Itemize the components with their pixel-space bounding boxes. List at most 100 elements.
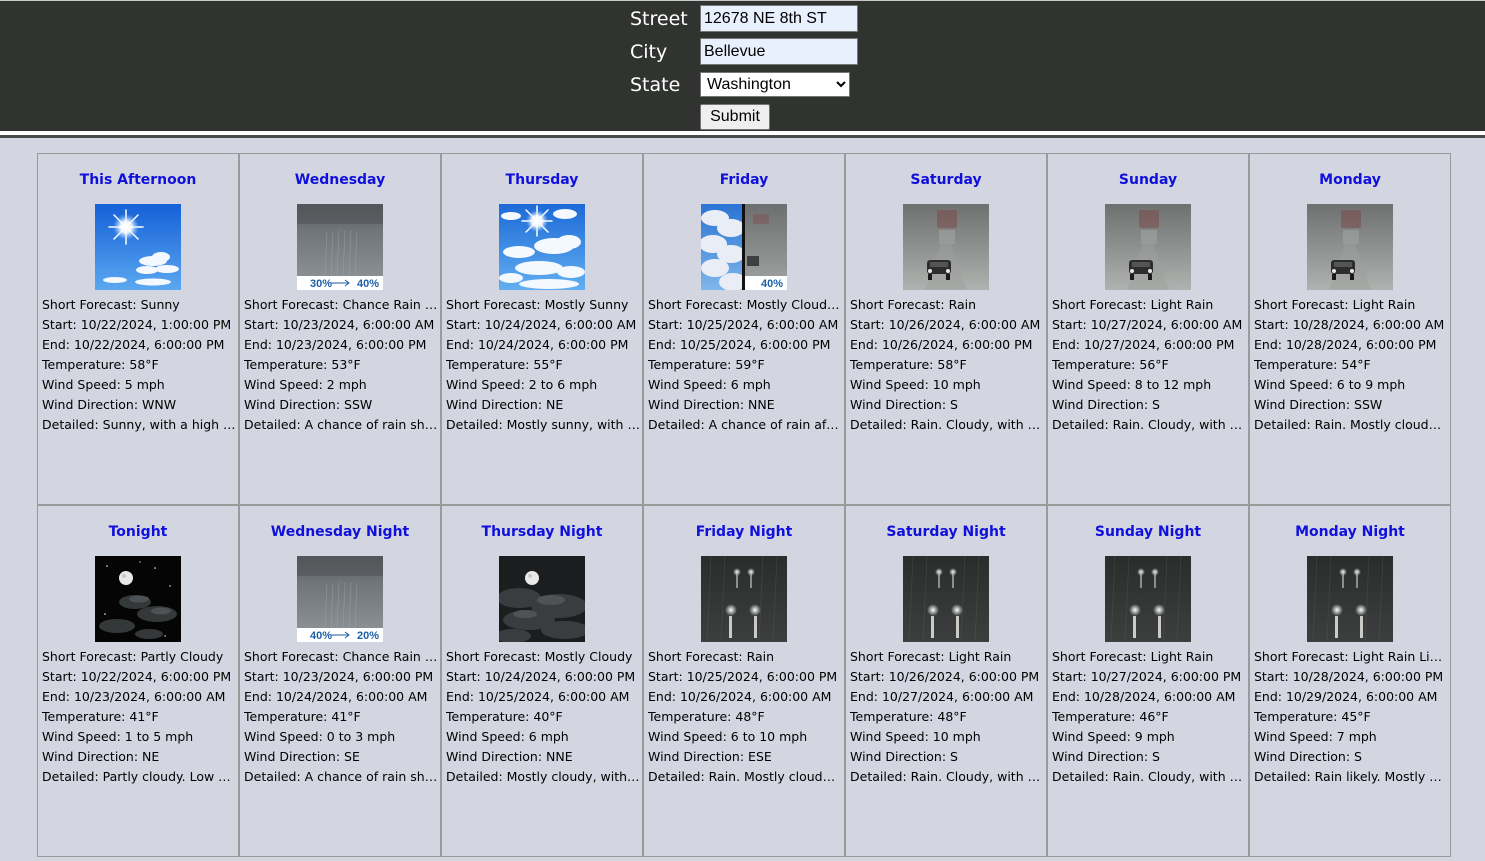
wind-speed-line: Wind Speed: 6 to 10 mph <box>648 727 842 747</box>
forecast-details: Short Forecast: Chance Rain ShowersStart… <box>244 295 438 435</box>
temperature-line: Temperature: 46°F <box>1052 707 1246 727</box>
rain-showers-icon: 30% 40% <box>297 204 383 290</box>
end-time-label: End: <box>446 337 478 352</box>
temperature-value: 58°F <box>129 357 159 372</box>
detailed-forecast-line: Detailed: Mostly sunny, with a high near… <box>446 415 640 435</box>
short-forecast-line: Short Forecast: Sunny <box>42 295 236 315</box>
wind-speed-label: Wind Speed: <box>446 377 529 392</box>
start-time-value: 10/26/2024, 6:00:00 PM <box>888 669 1040 684</box>
svg-text:40%: 40% <box>357 278 379 290</box>
detailed-forecast-value: Rain. Cloudy, with a high near 56. <box>1112 417 1246 432</box>
end-time-label: End: <box>1052 337 1084 352</box>
wind-speed-line: Wind Speed: 10 mph <box>850 375 1044 395</box>
wind-direction-line: Wind Direction: WNW <box>42 395 236 415</box>
end-time-label: End: <box>244 337 276 352</box>
wind-speed-line: Wind Speed: 7 mph <box>1254 727 1448 747</box>
detailed-forecast-line: Detailed: Rain likely. Mostly cloudy. <box>1254 767 1448 787</box>
forecast-card: Sunday Night Short Forecast: Light Rain S… <box>1047 505 1249 857</box>
wind-speed-label: Wind Speed: <box>648 729 731 744</box>
detailed-forecast-value: Sunny, with a high near 58. <box>102 417 236 432</box>
short-forecast-value: Chance Rain Showers <box>342 297 438 312</box>
start-time-label: Start: <box>1254 317 1293 332</box>
end-time-line: End: 10/26/2024, 6:00:00 AM <box>648 687 842 707</box>
start-time-line: Start: 10/26/2024, 6:00:00 PM <box>850 667 1044 687</box>
wind-direction-value: S <box>1152 397 1160 412</box>
start-time-line: Start: 10/25/2024, 6:00:00 PM <box>648 667 842 687</box>
start-time-label: Start: <box>850 317 889 332</box>
temperature-line: Temperature: 45°F <box>1254 707 1448 727</box>
wind-direction-line: Wind Direction: S <box>850 747 1044 767</box>
short-forecast-label: Short Forecast: <box>1052 297 1151 312</box>
detailed-forecast-line: Detailed: Partly cloudy. Low around 41. <box>42 767 236 787</box>
temperature-label: Temperature: <box>1052 709 1140 724</box>
state-select[interactable]: Washington <box>700 72 850 97</box>
end-time-label: End: <box>648 689 680 704</box>
wind-direction-value: SSW <box>1354 397 1383 412</box>
wind-speed-label: Wind Speed: <box>244 377 327 392</box>
wind-speed-line: Wind Speed: 1 to 5 mph <box>42 727 236 747</box>
detailed-forecast-label: Detailed: <box>244 417 305 432</box>
detailed-forecast-value: Rain. Cloudy, with a low around 48. <box>910 769 1044 784</box>
start-time-line: Start: 10/27/2024, 6:00:00 PM <box>1052 667 1246 687</box>
detailed-forecast-label: Detailed: <box>446 417 507 432</box>
detailed-forecast-value: Rain. Cloudy, with a low around 46. <box>1112 769 1246 784</box>
end-time-value: 10/26/2024, 6:00:00 AM <box>679 689 832 704</box>
short-forecast-line: Short Forecast: Light Rain <box>1254 295 1448 315</box>
period-name: Wednesday <box>294 172 386 188</box>
temperature-value: 54°F <box>1341 357 1371 372</box>
forecast-details: Short Forecast: Chance Rain ShowersStart… <box>244 647 438 787</box>
wind-direction-value: S <box>1354 749 1362 764</box>
detailed-forecast-value: Partly cloudy. Low around 41. <box>102 769 236 784</box>
start-time-line: Start: 10/28/2024, 6:00:00 PM <box>1254 667 1448 687</box>
wind-speed-label: Wind Speed: <box>244 729 327 744</box>
wind-direction-value: NNE <box>546 749 573 764</box>
wind-direction-line: Wind Direction: SE <box>244 747 438 767</box>
detailed-forecast-label: Detailed: <box>850 417 911 432</box>
detailed-forecast-label: Detailed: <box>1254 417 1315 432</box>
start-time-line: Start: 10/23/2024, 6:00:00 PM <box>244 667 438 687</box>
end-time-value: 10/22/2024, 6:00:00 PM <box>73 337 225 352</box>
detailed-forecast-label: Detailed: <box>42 769 103 784</box>
forecast-card: Friday Night Short Forecast: Rain Start: … <box>643 505 845 857</box>
city-input[interactable] <box>700 38 858 65</box>
detailed-forecast-label: Detailed: <box>648 769 709 784</box>
wind-speed-label: Wind Speed: <box>446 729 529 744</box>
forecast-card: Saturday Short Forecast: Rain Start: 10/2… <box>845 153 1047 505</box>
end-time-line: End: 10/25/2024, 6:00:00 PM <box>648 335 842 355</box>
wind-direction-value: SSW <box>344 397 373 412</box>
temperature-label: Temperature: <box>446 709 534 724</box>
wind-direction-value: NNE <box>748 397 775 412</box>
wind-direction-line: Wind Direction: NNE <box>648 395 842 415</box>
detailed-forecast-label: Detailed: <box>648 417 709 432</box>
start-time-line: Start: 10/25/2024, 6:00:00 AM <box>648 315 842 335</box>
temperature-label: Temperature: <box>648 357 736 372</box>
end-time-label: End: <box>42 337 74 352</box>
night-mostly-cloudy-icon <box>499 556 585 642</box>
period-name: Saturday <box>910 172 982 188</box>
start-time-label: Start: <box>42 669 81 684</box>
wind-speed-label: Wind Speed: <box>850 377 933 392</box>
detailed-forecast-value: Rain likely. Mostly cloudy. <box>1314 769 1448 784</box>
period-name: Friday Night <box>695 524 793 540</box>
wind-direction-label: Wind Direction: <box>648 749 749 764</box>
street-input[interactable] <box>700 5 858 32</box>
temperature-value: 41°F <box>331 709 361 724</box>
end-time-value: 10/24/2024, 6:00:00 AM <box>275 689 428 704</box>
temperature-line: Temperature: 41°F <box>244 707 438 727</box>
end-time-line: End: 10/24/2024, 6:00:00 AM <box>244 687 438 707</box>
short-forecast-value: Light Rain <box>948 649 1012 664</box>
submit-button[interactable]: Submit <box>700 104 770 130</box>
end-time-value: 10/23/2024, 6:00:00 PM <box>275 337 427 352</box>
start-time-value: 10/26/2024, 6:00:00 AM <box>888 317 1041 332</box>
start-time-label: Start: <box>648 317 687 332</box>
detailed-forecast-value: Rain. Mostly cloudy, with a high near 54… <box>1314 417 1448 432</box>
temperature-line: Temperature: 48°F <box>648 707 842 727</box>
forecast-card: Thursday Short Forecast: Mostly Sunny Sta… <box>441 153 643 505</box>
wind-speed-line: Wind Speed: 6 to 9 mph <box>1254 375 1448 395</box>
short-forecast-line: Short Forecast: Mostly Cloudy then Chanc… <box>648 295 842 315</box>
temperature-value: 48°F <box>735 709 765 724</box>
wind-speed-value: 6 mph <box>528 729 569 744</box>
detailed-forecast-label: Detailed: <box>244 769 305 784</box>
forecast-details: Short Forecast: Light Rain Start: 10/27/2… <box>1052 647 1246 787</box>
wind-speed-label: Wind Speed: <box>42 729 125 744</box>
